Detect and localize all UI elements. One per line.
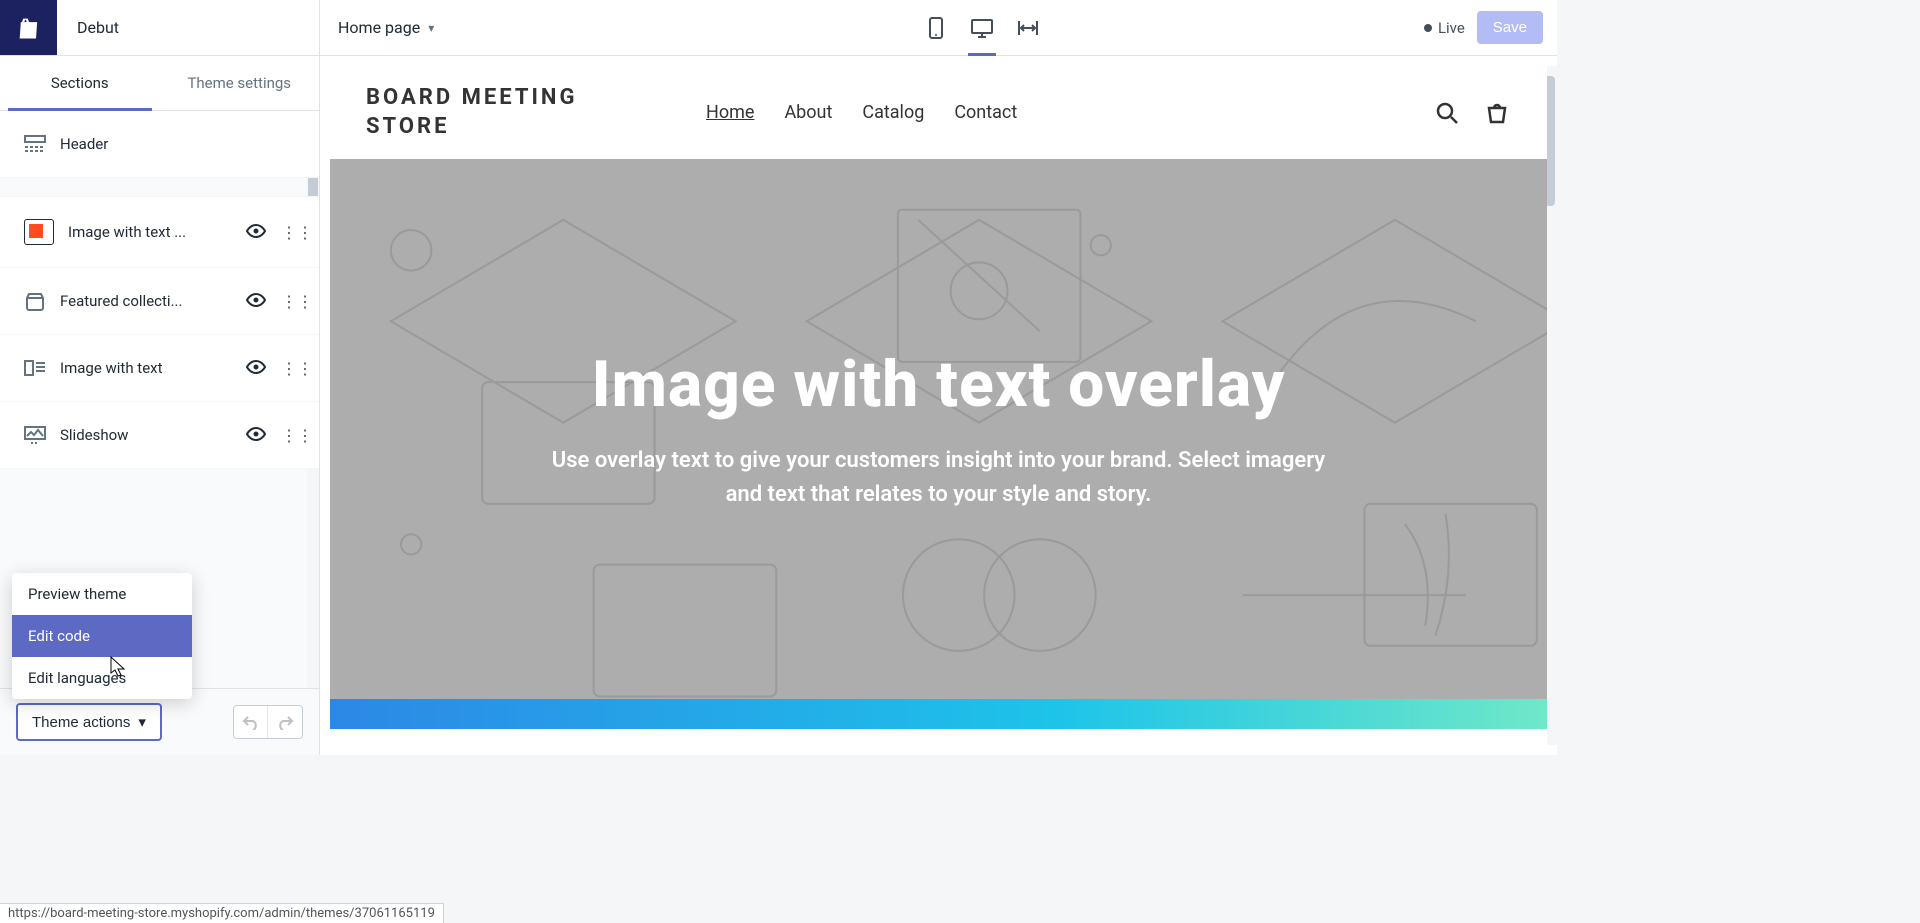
nav-catalog[interactable]: Catalog	[862, 102, 924, 123]
mobile-icon	[927, 17, 945, 39]
theme-actions-menu: Preview theme Edit code Edit languages	[12, 573, 192, 699]
page-selector[interactable]: Home page ▾	[320, 0, 540, 55]
menu-item-edit-languages[interactable]: Edit languages	[12, 657, 192, 699]
desktop-icon	[971, 18, 993, 38]
caret-down-icon: ▾	[138, 713, 146, 731]
section-label: Image with text ...	[68, 223, 231, 241]
section-row-image-with-text[interactable]: Image with text ⋮⋮	[0, 335, 319, 402]
drag-handle[interactable]: ⋮⋮	[281, 359, 303, 378]
preview-area: BOARD MEETING STORE Home About Catalog C…	[320, 56, 1557, 755]
drag-handle[interactable]: ⋮⋮	[281, 426, 303, 445]
left-panel: Sections Theme settings Header Image wit…	[0, 56, 320, 755]
undo-redo-group	[233, 705, 303, 739]
menu-item-preview-theme[interactable]: Preview theme	[12, 573, 192, 615]
page-selector-label: Home page	[338, 18, 420, 37]
device-fullwidth-button[interactable]	[1012, 12, 1044, 44]
live-indicator: Live	[1424, 19, 1465, 37]
topbar-right: Live Save	[1424, 0, 1557, 55]
drag-handle[interactable]: ⋮⋮	[281, 292, 303, 311]
nav-home[interactable]: Home	[706, 102, 754, 123]
drag-handle[interactable]: ⋮⋮	[281, 223, 303, 242]
chevron-down-icon: ▾	[428, 21, 434, 35]
collection-icon	[24, 290, 46, 312]
section-label: Header	[60, 135, 303, 153]
preview-frame: BOARD MEETING STORE Home About Catalog C…	[330, 66, 1547, 745]
theme-actions-button[interactable]: Theme actions ▾	[16, 703, 162, 741]
live-label: Live	[1438, 19, 1465, 37]
header-icon	[24, 133, 46, 155]
nav-contact[interactable]: Contact	[954, 102, 1017, 123]
device-toggle-group	[540, 0, 1424, 55]
visibility-toggle[interactable]	[245, 426, 267, 445]
visibility-toggle[interactable]	[245, 359, 267, 378]
announcement-bar[interactable]	[330, 699, 1547, 729]
section-row-image-overlay[interactable]: Image with text ... ⋮⋮	[0, 196, 319, 268]
slideshow-icon	[24, 424, 46, 446]
hero-body: Use overlay text to give your customers …	[539, 444, 1339, 512]
topbar: Debut Home page ▾ Live Save	[0, 0, 1557, 56]
section-row-slideshow[interactable]: Slideshow ⋮⋮	[0, 402, 319, 469]
store-header: BOARD MEETING STORE Home About Catalog C…	[330, 66, 1547, 159]
live-dot-icon	[1424, 24, 1432, 32]
section-label: Slideshow	[60, 426, 231, 444]
tab-sections[interactable]: Sections	[0, 56, 160, 110]
undo-icon	[242, 714, 260, 730]
device-mobile-button[interactable]	[920, 12, 952, 44]
section-label: Image with text	[60, 359, 231, 377]
redo-icon	[276, 714, 294, 730]
shopify-bag-icon	[15, 14, 43, 42]
undo-button[interactable]	[234, 706, 268, 738]
fullwidth-icon	[1017, 19, 1039, 37]
visibility-toggle[interactable]	[245, 223, 267, 242]
panel-tabs: Sections Theme settings	[0, 56, 319, 111]
section-row-header[interactable]: Header	[0, 111, 319, 178]
hero-section[interactable]: Image with text overlay Use overlay text…	[330, 159, 1547, 699]
section-row-featured-collection[interactable]: Featured collecti... ⋮⋮	[0, 268, 319, 335]
cart-icon[interactable]	[1483, 99, 1511, 127]
browser-status-url: https://board-meeting-store.myshopify.co…	[0, 903, 444, 923]
save-button[interactable]: Save	[1477, 11, 1543, 44]
section-label: Featured collecti...	[60, 292, 231, 310]
store-title[interactable]: BOARD MEETING STORE	[366, 84, 606, 141]
shopify-logo[interactable]	[0, 0, 57, 55]
theme-actions-label: Theme actions	[32, 714, 130, 731]
visibility-toggle[interactable]	[245, 292, 267, 311]
redo-button[interactable]	[268, 706, 302, 738]
hero-title: Image with text overlay	[592, 347, 1286, 422]
store-icons	[1433, 99, 1511, 127]
menu-item-edit-code[interactable]: Edit code	[12, 615, 192, 657]
tab-theme-settings[interactable]: Theme settings	[160, 56, 320, 110]
hero-placeholder-art	[330, 159, 1547, 699]
store-nav: Home About Catalog Contact	[706, 102, 1017, 123]
nav-about[interactable]: About	[784, 102, 832, 123]
image-text-icon	[24, 357, 46, 379]
theme-name: Debut	[57, 0, 320, 55]
search-icon[interactable]	[1433, 99, 1461, 127]
device-desktop-button[interactable]	[966, 12, 998, 44]
color-thumb-icon	[24, 219, 54, 245]
